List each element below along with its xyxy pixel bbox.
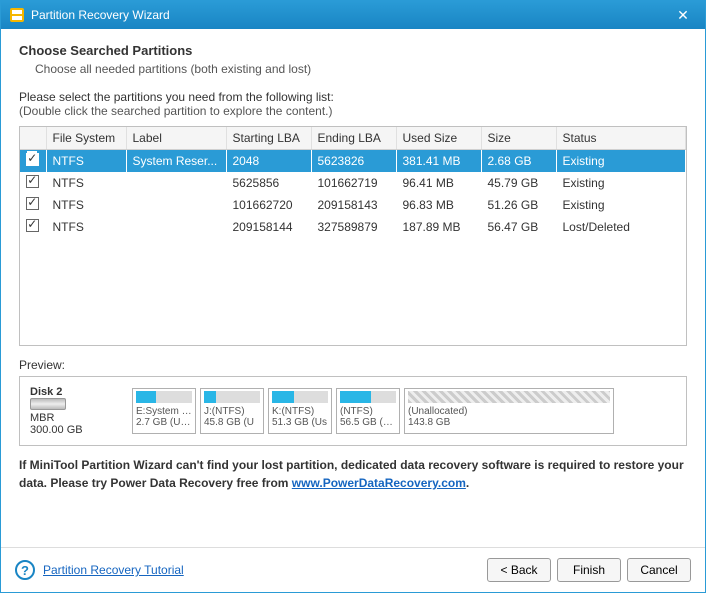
cancel-button[interactable]: Cancel xyxy=(627,558,691,582)
disk-type: MBR xyxy=(30,412,126,424)
col-size[interactable]: Size xyxy=(481,127,556,150)
part-label-2: 45.8 GB (U xyxy=(204,417,260,428)
partition-box[interactable]: J:(NTFS) 45.8 GB (U xyxy=(200,388,264,434)
col-label[interactable]: Label xyxy=(126,127,226,150)
col-ending-lba[interactable]: Ending LBA xyxy=(311,127,396,150)
cell-fs: NTFS xyxy=(46,172,126,194)
footer: ? Partition Recovery Tutorial < Back Fin… xyxy=(1,547,705,592)
col-checkbox xyxy=(20,127,46,150)
cell-size: 56.47 GB xyxy=(481,216,556,238)
cell-fs: NTFS xyxy=(46,150,126,173)
part-label-1: J:(NTFS) xyxy=(204,406,260,417)
cell-start: 101662720 xyxy=(226,194,311,216)
content-area: Choose Searched Partitions Choose all ne… xyxy=(1,29,705,547)
titlebar[interactable]: Partition Recovery Wizard ✕ xyxy=(1,1,705,29)
instruction-line-1: Please select the partitions you need fr… xyxy=(19,90,687,104)
cell-label xyxy=(126,172,226,194)
disk-name: Disk 2 xyxy=(30,386,126,398)
close-icon[interactable]: ✕ xyxy=(669,7,697,24)
row-checkbox[interactable] xyxy=(26,175,39,188)
cell-end: 209158143 xyxy=(311,194,396,216)
cell-fs: NTFS xyxy=(46,194,126,216)
cell-label: System Reser... xyxy=(126,150,226,173)
cell-end: 5623826 xyxy=(311,150,396,173)
part-label-2: 51.3 GB (Us xyxy=(272,417,328,428)
usage-bar xyxy=(204,391,260,403)
page-subheading: Choose all needed partitions (both exist… xyxy=(35,62,687,76)
back-button[interactable]: < Back xyxy=(487,558,551,582)
cell-used: 96.83 MB xyxy=(396,194,481,216)
part-label-1: (Unallocated) xyxy=(408,406,610,417)
col-starting-lba[interactable]: Starting LBA xyxy=(226,127,311,150)
recovery-link[interactable]: www.PowerDataRecovery.com xyxy=(292,476,466,490)
part-label-1: (NTFS) xyxy=(340,406,396,417)
usage-bar xyxy=(408,391,610,403)
table-row[interactable]: NTFS 5625856 101662719 96.41 MB 45.79 GB… xyxy=(20,172,686,194)
usage-bar xyxy=(340,391,396,403)
cell-start: 209158144 xyxy=(226,216,311,238)
cell-start: 5625856 xyxy=(226,172,311,194)
cell-fs: NTFS xyxy=(46,216,126,238)
partition-box[interactable]: (NTFS) 56.5 GB (Used xyxy=(336,388,400,434)
cell-size: 51.26 GB xyxy=(481,194,556,216)
table-row[interactable]: NTFS System Reser... 2048 5623826 381.41… xyxy=(20,150,686,173)
part-label-1: E:System Re xyxy=(136,406,192,417)
finish-button[interactable]: Finish xyxy=(557,558,621,582)
cell-used: 187.89 MB xyxy=(396,216,481,238)
part-label-2: 2.7 GB (Used xyxy=(136,417,192,428)
partition-box[interactable]: K:(NTFS) 51.3 GB (Us xyxy=(268,388,332,434)
cell-label xyxy=(126,216,226,238)
cell-used: 381.41 MB xyxy=(396,150,481,173)
preview-pane: Disk 2 MBR 300.00 GB E:System Re 2.7 GB … xyxy=(19,376,687,446)
cell-status: Existing xyxy=(556,194,686,216)
disk-info: Disk 2 MBR 300.00 GB xyxy=(30,386,126,436)
table-row[interactable]: NTFS 101662720 209158143 96.83 MB 51.26 … xyxy=(20,194,686,216)
tutorial-link[interactable]: Partition Recovery Tutorial xyxy=(43,563,184,577)
page-heading: Choose Searched Partitions xyxy=(19,43,687,58)
cell-start: 2048 xyxy=(226,150,311,173)
disk-icon xyxy=(30,398,66,410)
row-checkbox[interactable] xyxy=(26,219,39,232)
part-label-2: 56.5 GB (Used xyxy=(340,417,396,428)
partition-box[interactable]: E:System Re 2.7 GB (Used xyxy=(132,388,196,434)
notice-text: If MiniTool Partition Wizard can't find … xyxy=(19,456,687,492)
usage-bar xyxy=(272,391,328,403)
cell-label xyxy=(126,194,226,216)
window-title: Partition Recovery Wizard xyxy=(31,8,669,22)
part-label-1: K:(NTFS) xyxy=(272,406,328,417)
cell-status: Lost/Deleted xyxy=(556,216,686,238)
partition-table[interactable]: File System Label Starting LBA Ending LB… xyxy=(19,126,687,346)
part-label-2: 143.8 GB xyxy=(408,417,610,428)
col-filesystem[interactable]: File System xyxy=(46,127,126,150)
table-row[interactable]: NTFS 209158144 327589879 187.89 MB 56.47… xyxy=(20,216,686,238)
preview-label: Preview: xyxy=(19,358,687,372)
cell-size: 2.68 GB xyxy=(481,150,556,173)
table-header-row: File System Label Starting LBA Ending LB… xyxy=(20,127,686,150)
disk-size: 300.00 GB xyxy=(30,424,126,436)
cell-used: 96.41 MB xyxy=(396,172,481,194)
col-status[interactable]: Status xyxy=(556,127,686,150)
cell-status: Existing xyxy=(556,172,686,194)
usage-bar xyxy=(136,391,192,403)
row-checkbox[interactable] xyxy=(26,197,39,210)
cell-end: 327589879 xyxy=(311,216,396,238)
cell-size: 45.79 GB xyxy=(481,172,556,194)
app-icon xyxy=(9,7,25,23)
instruction-line-2: (Double click the searched partition to … xyxy=(19,104,687,118)
partition-box[interactable]: (Unallocated) 143.8 GB xyxy=(404,388,614,434)
help-icon[interactable]: ? xyxy=(15,560,35,580)
row-checkbox[interactable] xyxy=(26,153,39,166)
col-used-size[interactable]: Used Size xyxy=(396,127,481,150)
cell-end: 101662719 xyxy=(311,172,396,194)
wizard-window: Partition Recovery Wizard ✕ Choose Searc… xyxy=(0,0,706,593)
cell-status: Existing xyxy=(556,150,686,173)
